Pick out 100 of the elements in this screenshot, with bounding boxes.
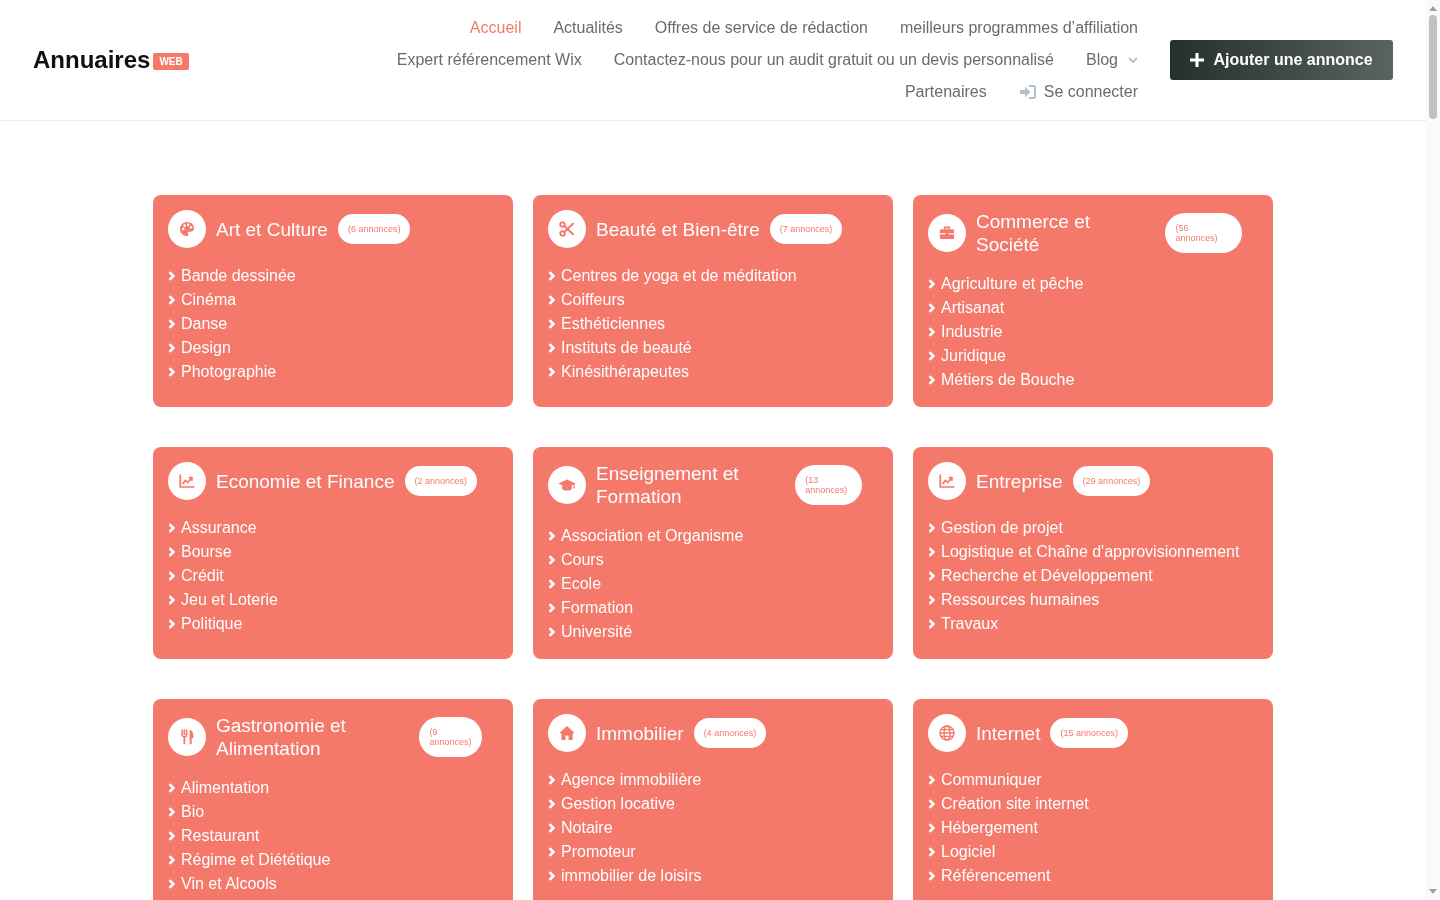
nav-link[interactable]: Expert référencement Wix xyxy=(396,44,582,76)
category-title[interactable]: Commerce et Société xyxy=(976,210,1156,256)
subcategory-link[interactable]: Référencement xyxy=(928,864,1051,888)
subcategory-link[interactable]: Ressources humaines xyxy=(928,588,1100,612)
subcategory-link[interactable]: Artisanat xyxy=(928,296,1005,320)
subcategory-link[interactable]: Logiciel xyxy=(928,840,996,864)
chevron-right-icon xyxy=(548,799,555,809)
subcategory-link[interactable]: Recherche et Développement xyxy=(928,564,1153,588)
subcategory-link[interactable]: Gestion locative xyxy=(548,792,675,816)
chevron-right-icon xyxy=(548,871,555,881)
scissors-icon xyxy=(548,210,586,248)
chevron-right-icon xyxy=(548,775,555,785)
category-title[interactable]: Economie et Finance xyxy=(216,469,395,493)
subcategory-link[interactable]: Travaux xyxy=(928,612,999,636)
subcategory-link[interactable]: Formation xyxy=(548,596,634,620)
chevron-right-icon xyxy=(168,619,175,629)
subcategory-link[interactable]: Instituts de beauté xyxy=(548,336,692,360)
category-title[interactable]: Gastronomie et Alimentation xyxy=(216,714,410,760)
subcategory-link[interactable]: Esthéticiennes xyxy=(548,312,666,336)
scrollbar[interactable] xyxy=(1426,0,1440,900)
chevron-right-icon xyxy=(928,619,935,629)
chevron-right-icon xyxy=(928,871,935,881)
category-title[interactable]: Enseignement et Formation xyxy=(596,462,786,508)
nav-link[interactable]: Se connecter xyxy=(1018,76,1138,108)
subcategory-link[interactable]: Coiffeurs xyxy=(548,288,625,312)
subcategory-link[interactable]: Agence immobilière xyxy=(548,768,702,792)
listing-count: (29 annonces) xyxy=(1072,466,1151,496)
subcategory-link[interactable]: Industrie xyxy=(928,320,1003,344)
subcategory-link[interactable]: Métiers de Bouche xyxy=(928,368,1075,392)
category-title[interactable]: Art et Culture xyxy=(216,217,328,241)
category-title[interactable]: Beauté et Bien-être xyxy=(596,217,760,241)
subcategory-link[interactable]: Bio xyxy=(168,800,205,824)
nav-link[interactable]: Accueil xyxy=(469,12,522,44)
chevron-right-icon xyxy=(548,271,555,281)
chevron-right-icon xyxy=(548,295,555,305)
category-title[interactable]: Immobilier xyxy=(596,721,684,745)
subcategory-link[interactable]: Design xyxy=(168,336,231,360)
subcategory-link[interactable]: Politique xyxy=(168,612,243,636)
line-chart-icon xyxy=(168,462,206,500)
chevron-right-icon xyxy=(168,831,175,841)
listing-count: (15 annonces) xyxy=(1050,718,1128,748)
chevron-right-icon xyxy=(168,319,175,329)
subcategory-link[interactable]: Hébergement xyxy=(928,816,1038,840)
listing-count: (7 annonces) xyxy=(769,214,843,244)
chevron-right-icon xyxy=(548,823,555,833)
subcategory-link[interactable]: Assurance xyxy=(168,516,257,540)
nav-link[interactable]: Partenaires xyxy=(904,76,987,108)
chevron-right-icon xyxy=(548,367,555,377)
subcategory-link[interactable]: Régime et Diététique xyxy=(168,848,331,872)
scroll-down-icon[interactable] xyxy=(1429,889,1437,894)
globe-icon xyxy=(928,714,966,752)
category-title[interactable]: Internet xyxy=(976,721,1041,745)
subcategory-link[interactable]: Gestion de projet xyxy=(928,516,1063,540)
subcategory-link[interactable]: immobilier de loisirs xyxy=(548,864,702,888)
scrollbar-thumb[interactable] xyxy=(1429,15,1437,119)
subcategory-link[interactable]: Cinéma xyxy=(168,288,237,312)
chevron-right-icon xyxy=(168,295,175,305)
subcategory-link[interactable]: Jeu et Loterie xyxy=(168,588,278,612)
nav-link[interactable]: Actualités xyxy=(553,12,623,44)
subcategory-link[interactable]: Agriculture et pêche xyxy=(928,272,1084,296)
subcategory-link[interactable]: Association et Organisme xyxy=(548,524,744,548)
subcategory-link[interactable]: Vin et Alcools xyxy=(168,872,277,896)
subcategory-link[interactable]: Cours xyxy=(548,548,604,572)
subcategory-link[interactable]: Communiquer xyxy=(928,768,1042,792)
subcategory-link[interactable]: Bourse xyxy=(168,540,232,564)
subcategory-link[interactable]: Centres de yoga et de méditation xyxy=(548,264,797,288)
chevron-right-icon xyxy=(548,531,555,541)
chevron-right-icon xyxy=(168,879,175,889)
category-title[interactable]: Entreprise xyxy=(976,469,1063,493)
chevron-right-icon xyxy=(928,327,935,337)
chevron-right-icon xyxy=(548,555,555,565)
nav-link[interactable]: Offres de service de rédaction xyxy=(654,12,868,44)
chevron-right-icon xyxy=(928,775,935,785)
listing-count: (4 annonces) xyxy=(693,718,767,748)
scroll-up-icon[interactable] xyxy=(1429,6,1437,11)
nav-link[interactable]: Contactez-nous pour un audit gratuit ou un devis personnalisé xyxy=(613,44,1054,76)
listing-count: (13 annonces) xyxy=(795,465,862,505)
subcategory-link[interactable]: Alimentation xyxy=(168,776,270,800)
subcategory-link[interactable]: Université xyxy=(548,620,633,644)
subcategory-link[interactable]: Juridique xyxy=(928,344,1006,368)
subcategory-link[interactable]: Notaire xyxy=(548,816,613,840)
subcategory-link[interactable]: Kinésithérapeutes xyxy=(548,360,690,384)
subcategory-link[interactable]: Ecole xyxy=(548,572,602,596)
chevron-right-icon xyxy=(548,847,555,857)
chevron-right-icon xyxy=(168,367,175,377)
palette-icon xyxy=(168,210,206,248)
subcategory-link[interactable]: Promoteur xyxy=(548,840,636,864)
nav-link[interactable]: Blog xyxy=(1085,44,1138,76)
subcategory-link[interactable]: Danse xyxy=(168,312,228,336)
subcategory-link[interactable]: Crédit xyxy=(168,564,224,588)
subcategory-link[interactable]: Photographie xyxy=(168,360,277,384)
logo-badge: WEB xyxy=(153,52,189,70)
chevron-right-icon xyxy=(168,547,175,557)
subcategory-link[interactable]: Bande dessinée xyxy=(168,264,296,288)
add-listing-button[interactable]: Ajouter une annonce xyxy=(1170,40,1393,80)
chevron-right-icon xyxy=(548,319,555,329)
subcategory-link[interactable]: Restaurant xyxy=(168,824,260,848)
nav-link[interactable]: meilleurs programmes d’affiliation xyxy=(899,12,1138,44)
subcategory-link[interactable]: Création site internet xyxy=(928,792,1089,816)
subcategory-link[interactable]: Logistique et Chaîne d'approvisionnement xyxy=(928,540,1240,564)
